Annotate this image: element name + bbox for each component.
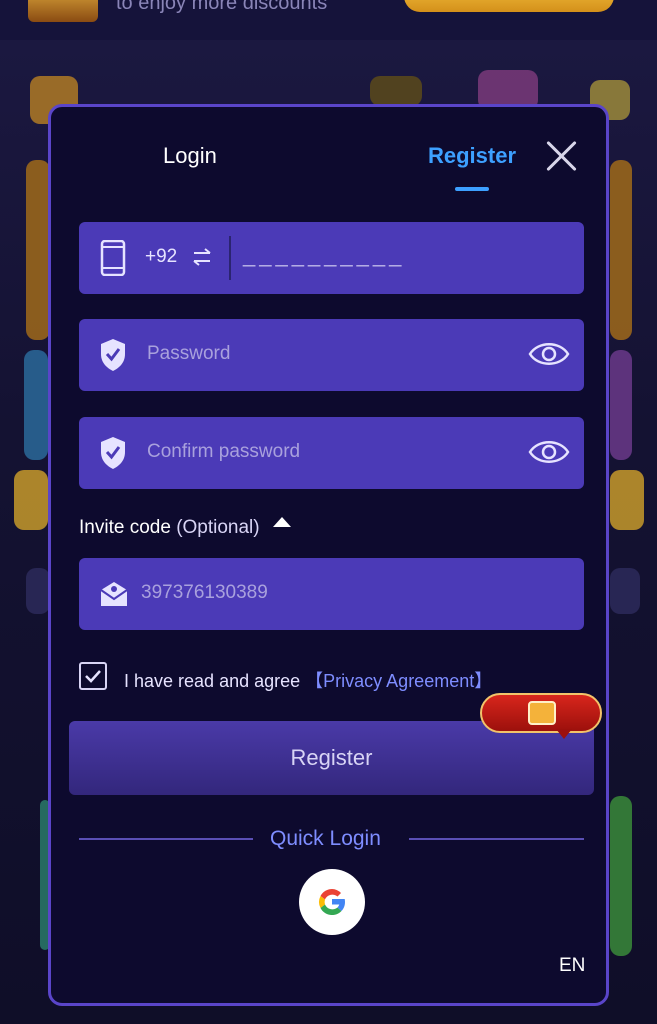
check-icon [85, 670, 101, 683]
background-header: to enjoy more discounts [0, 0, 657, 40]
register-modal: Login Register +92 __________ Password C… [48, 104, 609, 1006]
gift-badge[interactable] [480, 693, 602, 739]
password-field[interactable]: Password [79, 319, 584, 391]
promo-button [404, 0, 614, 12]
envelope-icon [100, 582, 128, 606]
phone-icon [100, 240, 126, 276]
country-code[interactable]: +92 [145, 246, 177, 268]
phone-field[interactable]: +92 __________ [79, 222, 584, 294]
gift-badge-tail [556, 729, 572, 739]
close-icon[interactable] [544, 139, 578, 173]
agreement-text: I have read and agree 【Privacy Agreement… [124, 667, 492, 693]
privacy-agreement-link[interactable]: 【Privacy Agreement】 [305, 671, 492, 691]
quick-login-divider-right [409, 838, 584, 840]
tab-active-indicator [455, 187, 489, 191]
agreement-label: I have read and agree [124, 671, 301, 691]
google-icon [319, 889, 345, 916]
quick-login-label: Quick Login [270, 827, 381, 850]
invite-code-optional: (Optional) [176, 517, 260, 538]
invite-code-field[interactable]: 397376130389 [79, 558, 584, 630]
shield-check-icon [101, 339, 125, 371]
phone-field-divider [229, 236, 231, 280]
invite-code-text: Invite code [79, 517, 171, 538]
eye-icon[interactable] [528, 339, 570, 369]
app-logo [28, 0, 98, 22]
gift-icon [528, 701, 556, 725]
collapse-arrow-icon[interactable] [273, 517, 291, 527]
language-selector[interactable]: EN [559, 955, 585, 977]
agree-checkbox[interactable] [79, 662, 107, 690]
shield-check-icon [101, 437, 125, 469]
confirm-password-input[interactable]: Confirm password [147, 441, 300, 463]
tab-register[interactable]: Register [428, 143, 516, 169]
eye-icon[interactable] [528, 437, 570, 467]
google-login-button[interactable] [299, 869, 365, 935]
password-input[interactable]: Password [147, 343, 230, 365]
confirm-password-field[interactable]: Confirm password [79, 417, 584, 489]
invite-code-input[interactable]: 397376130389 [141, 582, 268, 604]
invite-code-label: Invite code (Optional) [79, 517, 260, 539]
phone-input[interactable]: __________ [243, 242, 405, 268]
swap-icon[interactable] [191, 246, 213, 268]
quick-login-divider-left [79, 838, 253, 840]
tab-login[interactable]: Login [163, 143, 217, 169]
promo-text: to enjoy more discounts [116, 0, 328, 14]
